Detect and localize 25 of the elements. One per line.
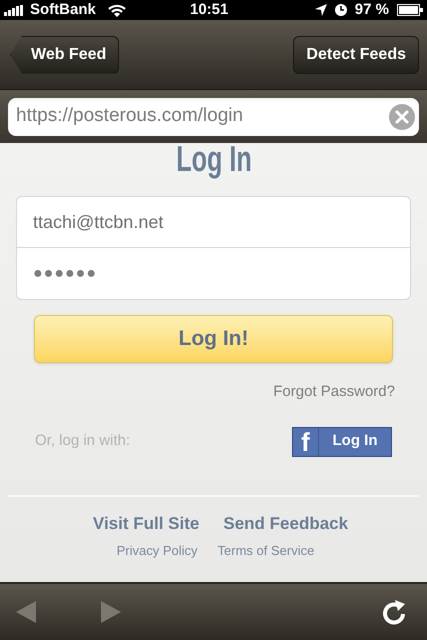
email-field[interactable]: ttachi@ttcbn.net — [17, 197, 410, 248]
wifi-icon — [108, 4, 126, 16]
footer-link[interactable]: Privacy Policy — [116, 541, 198, 560]
footer-link[interactable]: Send Feedback — [223, 510, 348, 536]
clock-time: 10:51 — [190, 0, 228, 20]
carrier-name: SoftBank — [30, 0, 96, 20]
login-button[interactable]: Log In! — [34, 315, 393, 363]
page-heading: Log In — [176, 139, 252, 179]
location-arrow-icon — [314, 4, 327, 16]
back-button[interactable]: Web Feed — [10, 36, 120, 74]
alt-login-label: Or, log in with: — [35, 431, 130, 452]
battery-icon — [397, 4, 423, 16]
footer-link[interactable]: Terms of Service — [218, 541, 314, 560]
clear-icon[interactable] — [389, 104, 415, 130]
clock-icon — [334, 4, 347, 16]
footer-link[interactable]: Visit Full Site — [92, 510, 200, 536]
detect-feeds-button[interactable]: Detect Feeds — [293, 36, 419, 74]
forgot-password-link[interactable]: Forgot Password? — [273, 381, 395, 404]
reload-icon[interactable] — [381, 598, 407, 626]
signal-icon — [4, 4, 26, 16]
facebook-login-button[interactable]: f Log In — [292, 426, 392, 456]
battery-percent: 97 % — [354, 0, 389, 20]
password-field[interactable]: ●●●●●● — [17, 248, 410, 299]
url-field[interactable]: https://posterous.com/login — [8, 98, 419, 136]
facebook-logo: f — [293, 428, 319, 456]
